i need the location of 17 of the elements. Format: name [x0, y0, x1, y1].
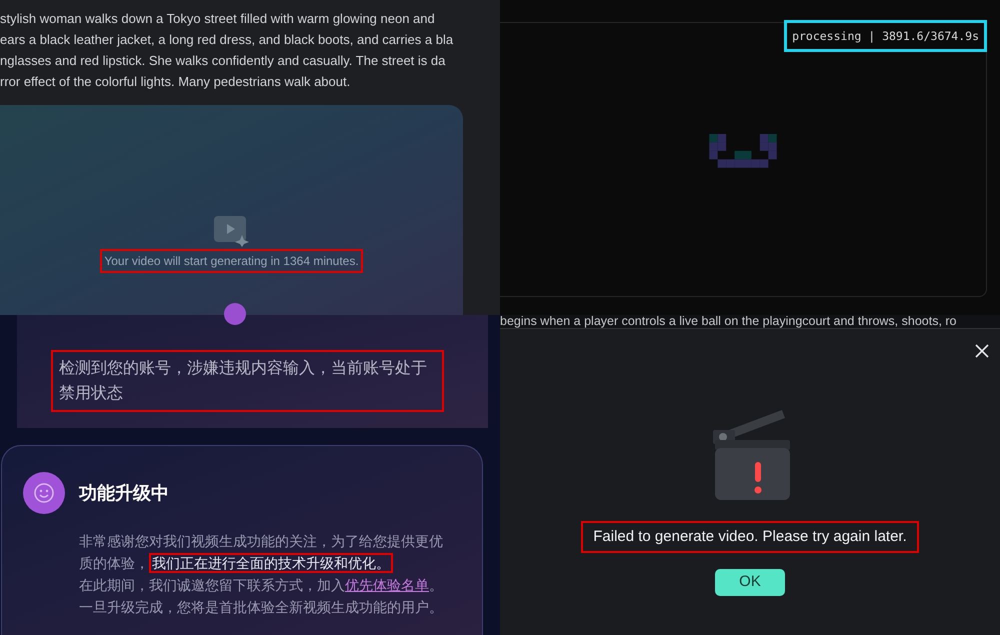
upgrade-title: 功能升级中 — [79, 482, 169, 504]
generation-queue-message: Your video will start generating in 1364 minutes. — [100, 249, 363, 273]
prompt-text-line: stylish woman walks down a Tokyo street filled with warm glowing neon and — [0, 10, 435, 28]
prompt-text-line: rror effect of the colorful lights. Many pedestrians walk about. — [0, 73, 350, 91]
video-sparkle-icon — [212, 215, 250, 247]
ok-button[interactable]: OK — [715, 569, 785, 596]
notice-avatar-icon — [224, 303, 246, 325]
prompt-text-line: ears a black leather jacket, a long red dress, and black boots, and carries a bla — [0, 31, 454, 49]
upgrade-notice-text: 非常感谢您对我们视频生成功能的关注，为了给您提供更优质的体验， 我们正在进行全面的技术升级和优化。 在此期间，我们诚邀您留下联系方式，加入优先体验名单。 一旦升级完成，您将是首批体验全新视频生成功能的用户。 — [79, 532, 444, 617]
waitlist-link[interactable]: 优先体验名单 — [345, 577, 429, 593]
smiley-icon — [23, 472, 65, 514]
ban-notice-message: 检测到您的账号，涉嫌违规内容输入，当前账号处于禁用状态 — [51, 350, 444, 412]
close-icon — [975, 344, 989, 358]
error-message: Failed to generate video. Please try again later. — [581, 521, 919, 553]
prompt-text-line: nglasses and red lipstick. She walks confidently and casually. The street is da — [0, 52, 446, 70]
clapperboard-warning-icon — [710, 408, 790, 503]
processing-status: processing | 3891.6/3674.9s — [784, 20, 987, 52]
